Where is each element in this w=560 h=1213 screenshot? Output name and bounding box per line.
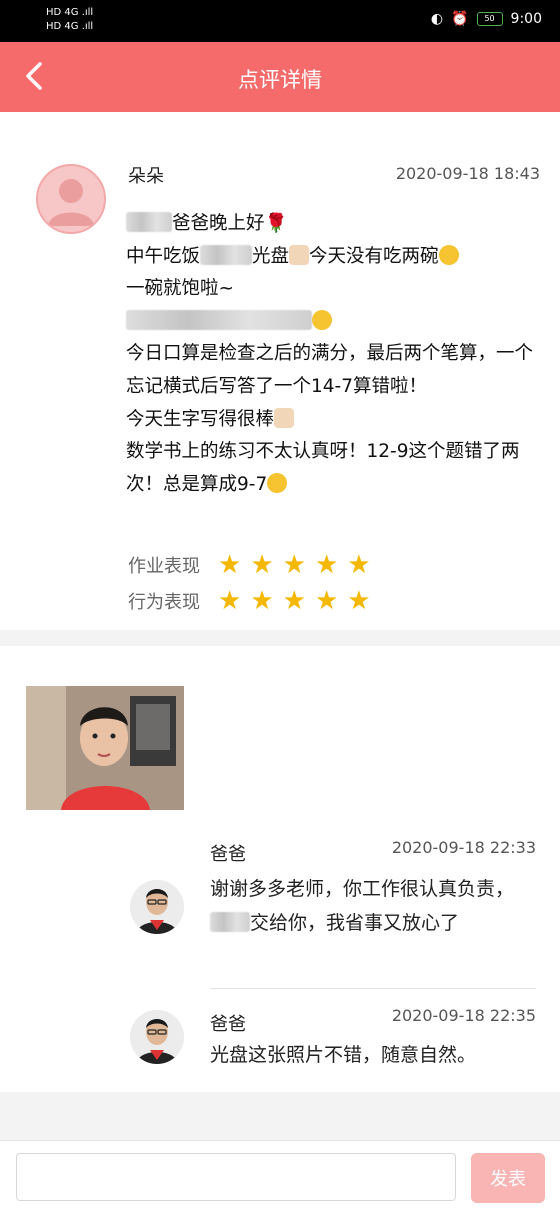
star-icon: ★ bbox=[314, 586, 339, 616]
lunch-text: 中午吃饭 bbox=[126, 245, 201, 267]
rating-label: 行为表现 bbox=[128, 592, 200, 613]
thumbs-up-icon bbox=[274, 407, 295, 428]
writing-text: 今天生字写得很棒 bbox=[126, 408, 275, 430]
reply-text-part: 交给你，我省事又放心了 bbox=[250, 912, 460, 934]
clean-plate-text: 光盘 bbox=[252, 245, 290, 267]
smile-emoji-icon bbox=[312, 309, 332, 330]
clock-time: 9:00 bbox=[510, 11, 542, 27]
review-card: 朵朵 2020-09-18 18:43 爸爸晚上好🌹 中午吃饭 光盘 今天没有吃两碗… bbox=[0, 112, 560, 630]
page-title: 点评详情 bbox=[238, 68, 322, 92]
reply-text-part: 谢谢多多老师，你工作很认真负责， bbox=[210, 878, 515, 900]
star-icon: ★ bbox=[314, 550, 339, 580]
reply-timestamp: 2020-09-18 22:35 bbox=[391, 1006, 536, 1025]
parent-avatar-image bbox=[130, 1010, 184, 1064]
reply-text: 谢谢多多老师，你工作很认真负责， 交给你，我省事又放心了 bbox=[210, 872, 530, 940]
reply-text: 光盘这张照片不错，随意自然。 bbox=[210, 1044, 477, 1066]
status-right: ◐ ⏰ 50 9:00 bbox=[431, 11, 542, 27]
reply-author: 爸爸 bbox=[210, 844, 246, 865]
lunch-tail-text: 今天没有吃两碗 bbox=[309, 245, 439, 267]
child-photo[interactable] bbox=[26, 686, 184, 810]
rating-behavior: 行为表现 ★ ★ ★ ★ ★ bbox=[128, 588, 371, 614]
rose-icon: 🌹 bbox=[264, 213, 288, 234]
full-text: 一碗就饱啦~ bbox=[126, 278, 235, 300]
headset-icon: ◐ bbox=[430, 11, 444, 27]
star-icon: ★ bbox=[218, 550, 242, 580]
sim1-signal-icon: HD 4G .ıll bbox=[46, 7, 94, 18]
star-icon: ★ bbox=[218, 586, 242, 616]
post-timestamp: 2020-09-18 18:43 bbox=[395, 164, 540, 183]
sim2-signal-icon: HD 4G .ıll bbox=[46, 21, 94, 32]
sender-name: 朵朵 bbox=[128, 166, 164, 187]
post-body: 爸爸晚上好🌹 中午吃饭 光盘 今天没有吃两碗 一碗就饱啦~ 今日口算是检查之后的满分… bbox=[126, 208, 536, 501]
battery-icon: 50 bbox=[476, 12, 503, 26]
redacted-line bbox=[126, 309, 312, 330]
star-rating: ★ ★ ★ ★ ★ bbox=[218, 588, 371, 614]
status-bar: HD 4G .ıll HD 4G .ıll ◐ ⏰ 50 9:00 bbox=[0, 0, 560, 42]
child-photo-image bbox=[26, 686, 184, 810]
signal-indicators: HD 4G .ıll HD 4G .ıll bbox=[46, 6, 93, 34]
parent-avatar-image bbox=[130, 880, 184, 934]
redacted-name bbox=[126, 212, 172, 232]
redacted-name bbox=[210, 912, 250, 932]
parent-avatar bbox=[130, 1010, 184, 1064]
star-icon: ★ bbox=[282, 586, 306, 616]
thumbs-up-icon bbox=[289, 244, 310, 265]
teacher-avatar bbox=[36, 164, 106, 234]
photo-and-replies: 爸爸 2020-09-18 22:33 谢谢多多老师，你工作很认真负责， 交给你，… bbox=[0, 646, 560, 1092]
reply-timestamp: 2020-09-18 22:33 bbox=[391, 838, 536, 857]
redacted-name bbox=[200, 244, 253, 265]
grin-emoji-icon bbox=[438, 244, 459, 265]
star-icon: ★ bbox=[282, 550, 306, 580]
reply-author: 爸爸 bbox=[210, 1014, 246, 1035]
alarm-icon: ⏰ bbox=[451, 11, 469, 27]
app-header: 点评详情 bbox=[0, 42, 560, 112]
laugh-cry-emoji-icon bbox=[267, 472, 288, 493]
comment-input[interactable] bbox=[16, 1153, 456, 1201]
star-icon: ★ bbox=[347, 550, 371, 580]
send-button[interactable]: 发表 bbox=[471, 1153, 545, 1203]
parent-avatar bbox=[130, 880, 184, 934]
homework-text: 数学书上的练习不太认真呀！12-9这个题错了两次！总是算成9-7 bbox=[126, 441, 520, 495]
star-icon: ★ bbox=[347, 586, 371, 616]
greeting-text: 爸爸晚上好 bbox=[172, 213, 265, 234]
reply-divider bbox=[210, 988, 536, 989]
star-rating: ★ ★ ★ ★ ★ bbox=[218, 552, 371, 578]
math-check-text: 今日口算是检查之后的满分，最后两个笔算，一个忘记横式后写答了一个14-7算错啦！ bbox=[126, 343, 534, 397]
star-icon: ★ bbox=[250, 586, 274, 616]
star-icon: ★ bbox=[250, 550, 274, 580]
rating-homework: 作业表现 ★ ★ ★ ★ ★ bbox=[128, 552, 371, 578]
rating-label: 作业表现 bbox=[128, 556, 200, 577]
default-user-icon bbox=[48, 179, 94, 226]
comment-composer: 发表 bbox=[0, 1140, 560, 1213]
